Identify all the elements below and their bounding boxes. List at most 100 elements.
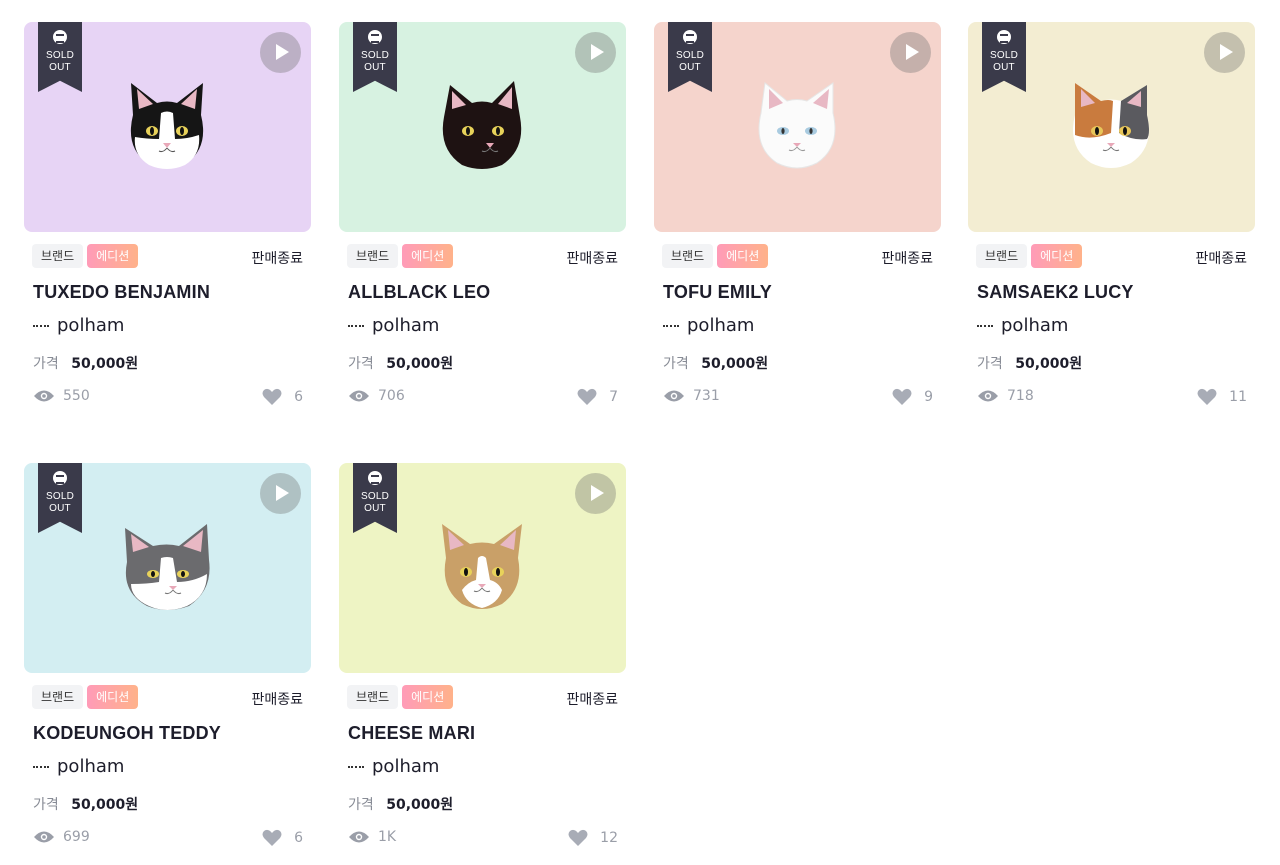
- like-count: 6: [294, 389, 303, 405]
- like-button[interactable]: 7: [577, 388, 618, 406]
- views: 718: [977, 388, 1034, 404]
- price-value: 50,000원: [71, 356, 139, 372]
- sold-out-ribbon: SOLD OUT: [353, 22, 397, 92]
- eye-icon: [664, 390, 684, 402]
- card-thumbnail[interactable]: SOLD OUT: [339, 22, 626, 232]
- like-count: 7: [609, 389, 618, 405]
- sold-out-ribbon: SOLD OUT: [982, 22, 1026, 92]
- brand-tag: 브랜드: [662, 244, 714, 268]
- cat-allblack-illustration: [442, 81, 522, 169]
- view-count: 1K: [378, 829, 397, 845]
- card-stats: 699 6: [33, 829, 303, 849]
- brand-logo-icon: [683, 30, 697, 44]
- card-thumbnail[interactable]: SOLD OUT: [339, 463, 626, 673]
- tag-group: 브랜드 에디션: [976, 244, 1083, 268]
- price: 가격 50,000원: [33, 353, 138, 373]
- creator[interactable]: polham: [663, 315, 754, 336]
- play-button[interactable]: [1204, 32, 1245, 73]
- card-title[interactable]: SAMSAEK2 LUCY: [977, 282, 1134, 303]
- play-button[interactable]: [575, 32, 616, 73]
- creator-name: polham: [372, 756, 440, 777]
- card-title[interactable]: ALLBLACK LEO: [348, 282, 490, 303]
- edition-tag: 에디션: [402, 244, 454, 268]
- card-title[interactable]: TOFU EMILY: [663, 282, 772, 303]
- views: 731: [663, 388, 720, 404]
- nft-card[interactable]: SOLD OUT 브랜드 에디션 판매종료 ALLBLACK LEO polham…: [339, 22, 626, 405]
- brand-logo-icon: [53, 30, 67, 44]
- view-count: 718: [1007, 388, 1034, 404]
- nft-card[interactable]: SOLDOUT 브랜드 에디션 판매종료 CHEESE MARI polham: [339, 463, 626, 846]
- card-thumbnail[interactable]: SOLD OUT: [968, 22, 1255, 232]
- card-stats: 718 11: [977, 388, 1247, 408]
- view-count: 731: [693, 388, 720, 404]
- nft-card[interactable]: SOLD OUT 브랜드 에디션 판매종료 TUXEDO BENJAMIN pol…: [24, 22, 311, 405]
- heart-icon: [262, 388, 282, 405]
- nft-card[interactable]: SOLD OUT 브랜드 에디션 판매종료 TOFU EMILY polham 가…: [654, 22, 941, 405]
- like-button[interactable]: 12: [568, 829, 618, 847]
- card-stats: 706 7: [348, 388, 618, 408]
- brand-tag: 브랜드: [347, 244, 399, 268]
- edition-tag: 에디션: [1031, 244, 1083, 268]
- edition-tag: 에디션: [87, 685, 139, 709]
- creator[interactable]: polham: [33, 315, 124, 336]
- price-label: 가격: [348, 797, 374, 813]
- price-value: 50,000원: [701, 356, 769, 372]
- edition-tag: 에디션: [717, 244, 769, 268]
- brand-logo-icon: [368, 471, 382, 485]
- eye-icon: [978, 390, 998, 402]
- price: 가격 50,000원: [977, 353, 1082, 373]
- like-button[interactable]: 6: [262, 829, 303, 847]
- tag-group: 브랜드 에디션: [32, 244, 139, 268]
- price-label: 가격: [348, 356, 374, 372]
- card-title[interactable]: KODEUNGOH TEDDY: [33, 723, 221, 744]
- tag-group: 브랜드 에디션: [347, 685, 454, 709]
- nft-card[interactable]: SOLD OUT 브랜드 에디션 판매종료 KODEUNGOH TEDDY pol…: [24, 463, 311, 846]
- creator-logo-icon: [977, 323, 993, 329]
- cat-white-illustration: [758, 82, 836, 169]
- heart-icon: [262, 829, 282, 846]
- creator-name: polham: [1001, 315, 1069, 336]
- like-button[interactable]: 9: [892, 388, 933, 406]
- creator[interactable]: polham: [348, 315, 439, 336]
- sold-out-ribbon: SOLD OUT: [38, 463, 82, 533]
- eye-icon: [34, 831, 54, 843]
- card-title[interactable]: TUXEDO BENJAMIN: [33, 282, 210, 303]
- price-label: 가격: [663, 356, 689, 372]
- price: 가격 50,000원: [348, 353, 453, 373]
- play-button[interactable]: [890, 32, 931, 73]
- creator[interactable]: polham: [33, 756, 124, 777]
- like-count: 12: [600, 830, 618, 846]
- view-count: 706: [378, 388, 405, 404]
- play-button[interactable]: [260, 32, 301, 73]
- card-thumbnail[interactable]: SOLD OUT: [24, 463, 311, 673]
- sale-status: 판매종료: [251, 692, 303, 708]
- creator[interactable]: polham: [977, 315, 1068, 336]
- eye-icon: [349, 831, 369, 843]
- card-stats: 550 6: [33, 388, 303, 408]
- sold-out-ribbon: SOLD OUT: [353, 463, 397, 533]
- play-button[interactable]: [260, 473, 301, 514]
- creator[interactable]: polham: [348, 756, 439, 777]
- like-button[interactable]: 6: [262, 388, 303, 406]
- creator-name: polham: [57, 756, 125, 777]
- creator-name: polham: [57, 315, 125, 336]
- tag-group: 브랜드 에디션: [347, 244, 454, 268]
- like-button[interactable]: 11: [1197, 388, 1247, 406]
- edition-tag: 에디션: [402, 685, 454, 709]
- card-thumbnail[interactable]: SOLD OUT: [24, 22, 311, 232]
- price-label: 가격: [33, 356, 59, 372]
- nft-card[interactable]: SOLD OUT 브랜드 에디션 판매종료 SAMSAEK2 LUCY polha…: [968, 22, 1255, 405]
- price-value: 50,000원: [1015, 356, 1083, 372]
- creator-name: polham: [687, 315, 755, 336]
- views: 550: [33, 388, 90, 404]
- card-thumbnail[interactable]: SOLD OUT: [654, 22, 941, 232]
- views: 1K: [348, 829, 396, 845]
- creator-logo-icon: [348, 764, 364, 770]
- card-title[interactable]: CHEESE MARI: [348, 723, 475, 744]
- ribbon-text: SOLD OUT: [360, 491, 390, 514]
- tag-group: 브랜드 에디션: [662, 244, 769, 268]
- like-count: 11: [1229, 389, 1247, 405]
- price: 가격 50,000원: [663, 353, 768, 373]
- play-button[interactable]: [575, 473, 616, 514]
- sale-status: 판매종료: [566, 251, 618, 267]
